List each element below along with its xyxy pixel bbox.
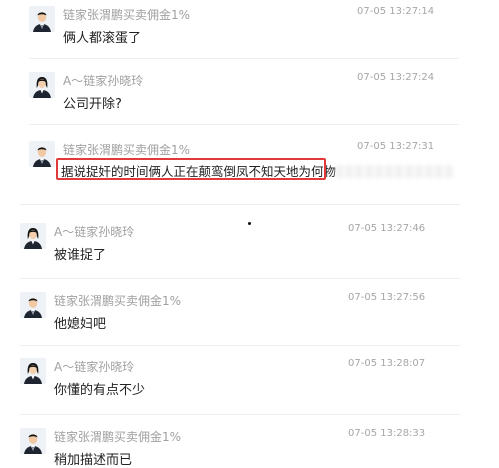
male-avatar[interactable] — [20, 428, 46, 454]
sender-name: A～链家孙晓玲 — [63, 74, 144, 88]
message-divider — [29, 124, 459, 125]
chat-message: 链家张渭鹏买卖佣金1% 07-05 13:27:14 俩人都滚蛋了 — [29, 6, 434, 46]
message-divider — [29, 58, 459, 59]
message-timestamp: 07-05 13:28:07 — [348, 358, 426, 369]
sender-name: 链家张渭鹏买卖佣金1% — [63, 143, 191, 157]
message-text: 被谁捉了 — [54, 248, 107, 263]
message-text: 他媳妇吧 — [54, 317, 107, 332]
male-avatar[interactable] — [29, 141, 55, 167]
sender-name: 链家张渭鹏买卖佣金1% — [63, 8, 191, 22]
message-divider — [20, 204, 460, 205]
sender-name: A～链家孙晓玲 — [54, 360, 135, 374]
female-avatar[interactable] — [20, 223, 46, 249]
message-timestamp: 07-05 13:27:14 — [357, 6, 435, 17]
message-timestamp: 07-05 13:28:33 — [348, 428, 426, 439]
message-timestamp: 07-05 13:27:56 — [348, 292, 426, 303]
blurred-text — [336, 165, 454, 178]
male-avatar[interactable] — [29, 6, 55, 32]
message-divider — [20, 414, 460, 415]
message-divider — [20, 278, 460, 279]
message-timestamp: 07-05 13:27:24 — [357, 72, 435, 83]
chat-history: 链家张渭鹏买卖佣金1% 07-05 13:27:14 俩人都滚蛋了 A～链家孙晓… — [0, 0, 499, 468]
chat-message: A～链家孙晓玲 07-05 13:27:46 被谁捉了 — [20, 223, 425, 263]
sender-name: 链家张渭鹏买卖佣金1% — [54, 430, 182, 444]
message-timestamp: 07-05 13:27:31 — [357, 141, 435, 152]
female-avatar[interactable] — [29, 72, 55, 98]
male-avatar[interactable] — [20, 292, 46, 318]
message-text: 公司开除? — [63, 97, 122, 112]
chat-message: A～链家孙晓玲 07-05 13:28:07 你懂的有点不少 — [20, 358, 425, 398]
chat-message: 链家张渭鹏买卖佣金1% 07-05 13:28:33 稍加描述而已 — [20, 428, 425, 468]
female-avatar[interactable] — [20, 358, 46, 384]
chat-message: 链家张渭鹏买卖佣金1% 07-05 13:27:56 他媳妇吧 — [20, 292, 425, 332]
sender-name: A～链家孙晓玲 — [54, 225, 135, 239]
message-text: 俩人都滚蛋了 — [63, 31, 142, 46]
message-divider — [20, 345, 460, 346]
sender-name: 链家张渭鹏买卖佣金1% — [54, 294, 182, 308]
message-text: 你懂的有点不少 — [54, 383, 146, 398]
message-timestamp: 07-05 13:27:46 — [348, 223, 426, 234]
highlight-box — [56, 158, 326, 180]
chat-message: A～链家孙晓玲 07-05 13:27:24 公司开除? — [29, 72, 434, 112]
